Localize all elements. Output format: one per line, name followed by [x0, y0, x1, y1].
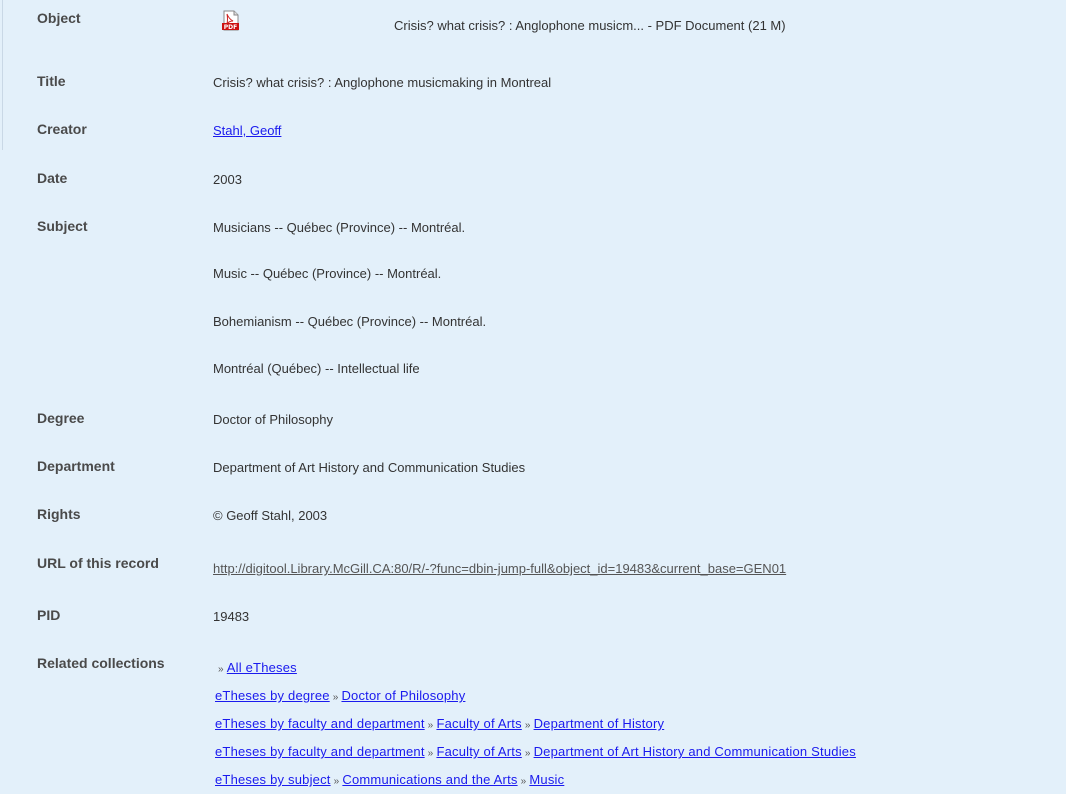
- degree-value: Doctor of Philosophy: [213, 412, 333, 427]
- rights-value: © Geoff Stahl, 2003: [213, 508, 328, 523]
- breadcrumb-separator: »: [218, 664, 224, 675]
- date-label: Date: [37, 170, 68, 186]
- breadcrumb-separator: »: [520, 776, 527, 787]
- left-edge-divider: [2, 0, 3, 150]
- collection-link[interactable]: Department of Art History and Communicat…: [534, 744, 856, 759]
- collection-path: eTheses by faculty and department» Facult…: [215, 744, 856, 759]
- subject-item: Music -- Québec (Province) -- Montréal.: [213, 266, 442, 281]
- pid-label: PID: [37, 607, 61, 623]
- collection-path: eTheses by subject» Communications and th…: [215, 772, 564, 787]
- collection-link[interactable]: Doctor of Philosophy: [341, 688, 465, 703]
- subject-item: Musicians -- Québec (Province) -- Montré…: [213, 220, 466, 235]
- collection-path: eTheses by degree» Doctor of Philosophy: [215, 688, 465, 703]
- collection-link[interactable]: All eTheses: [227, 660, 297, 675]
- rights-label: Rights: [37, 506, 81, 522]
- creator-link[interactable]: Stahl, Geoff: [213, 123, 281, 138]
- collection-link[interactable]: eTheses by faculty and department: [215, 716, 425, 731]
- collection-link[interactable]: Department of History: [534, 716, 665, 731]
- collection-path: » All eTheses: [215, 660, 297, 675]
- creator-label: Creator: [37, 121, 87, 137]
- related-collections-label: Related collections: [37, 655, 165, 671]
- collection-link[interactable]: eTheses by faculty and department: [215, 744, 425, 759]
- breadcrumb-separator: »: [427, 720, 434, 731]
- breadcrumb-separator: »: [427, 748, 434, 759]
- object-description[interactable]: Crisis? what crisis? : Anglophone musicm…: [394, 18, 786, 33]
- breadcrumb-separator: »: [524, 720, 531, 731]
- collection-link[interactable]: Music: [529, 772, 564, 787]
- subject-label: Subject: [37, 218, 88, 234]
- collection-link[interactable]: Faculty of Arts: [436, 716, 521, 731]
- collection-link[interactable]: Communications and the Arts: [342, 772, 517, 787]
- collection-path: eTheses by faculty and department» Facult…: [215, 716, 664, 731]
- record-details: Object PDF Crisis? what crisis? : Anglop…: [0, 0, 1066, 794]
- date-value: 2003: [213, 172, 242, 187]
- url-label: URL of this record: [37, 555, 159, 571]
- breadcrumb-separator: »: [524, 748, 531, 759]
- subject-item: Montréal (Québec) -- Intellectual life: [213, 361, 420, 376]
- record-url-link[interactable]: http://digitool.Library.McGill.CA:80/R/-…: [213, 561, 786, 576]
- breadcrumb-separator: »: [333, 776, 340, 787]
- breadcrumb-separator: »: [332, 692, 339, 703]
- degree-label: Degree: [37, 410, 85, 426]
- collection-link[interactable]: eTheses by degree: [215, 688, 330, 703]
- collection-link[interactable]: Faculty of Arts: [436, 744, 521, 759]
- collection-link[interactable]: eTheses by subject: [215, 772, 331, 787]
- title-value: Crisis? what crisis? : Anglophone musicm…: [213, 75, 552, 90]
- subject-item: Bohemianism -- Québec (Province) -- Mont…: [213, 314, 487, 329]
- object-label: Object: [37, 10, 81, 26]
- pid-value: 19483: [213, 609, 250, 624]
- department-value: Department of Art History and Communicat…: [213, 460, 526, 475]
- svg-text:PDF: PDF: [224, 24, 237, 31]
- pdf-file-icon[interactable]: PDF: [222, 10, 240, 32]
- department-label: Department: [37, 458, 115, 474]
- title-label: Title: [37, 73, 66, 89]
